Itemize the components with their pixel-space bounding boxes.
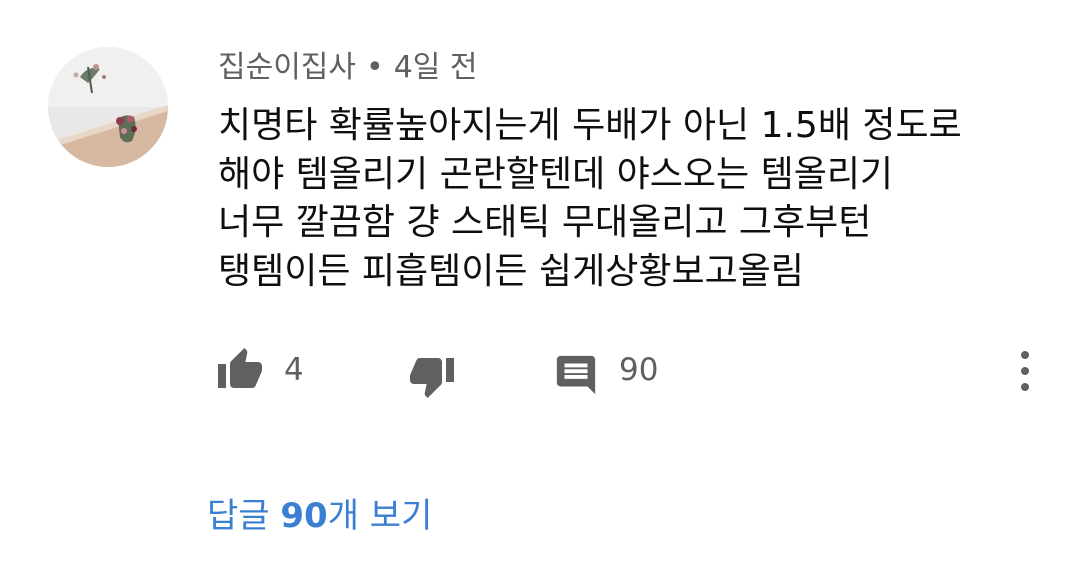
comment-timestamp: 4일 전 [393,50,478,85]
comment-text-line: 해야 템올리기 곤란할텐데 야스오는 템올리기 [218,153,894,195]
view-replies-count: 90 [280,496,328,536]
reply-count: 90 [619,352,659,388]
comment-card: 집순이집사 • 4일 전 치명타 확률높아지는게 두배가 아닌 1.5배 정도로 해… [0,0,1080,570]
meta-separator: • [366,50,384,85]
view-replies-prefix: 답글 [207,496,281,536]
more-options-button[interactable] [1010,348,1040,394]
comment-text: 치명타 확률높아지는게 두배가 아닌 1.5배 정도로 해야 템올리기 곤란할텐… [218,102,1048,296]
comment-icon [556,355,596,395]
like-count: 4 [284,352,304,388]
more-vert-icon [1021,351,1029,391]
author-name[interactable]: 집순이집사 [218,50,356,85]
comment-text-line: 탱템이든 피흡템이든 쉽게상황보고올림 [218,250,804,292]
view-replies-link[interactable]: 답글 90개 보기 [207,494,432,538]
dislike-button[interactable] [408,340,456,400]
reply-button[interactable]: 90 [553,340,658,400]
view-replies-suffix: 개 보기 [327,496,433,536]
avatar[interactable] [48,47,168,167]
comment-text-line: 치명타 확률높아지는게 두배가 아닌 1.5배 정도로 [218,105,962,146]
thumb-down-icon [410,358,454,398]
like-button[interactable]: 4 [216,340,304,400]
thumb-up-icon [218,348,262,388]
comment-header: 집순이집사 • 4일 전 [218,48,478,88]
comment-action-bar: 4 90 [0,340,1080,400]
comment-text-line: 너무 깔끔함 걍 스태틱 무대올리고 그후부턴 [218,202,872,243]
